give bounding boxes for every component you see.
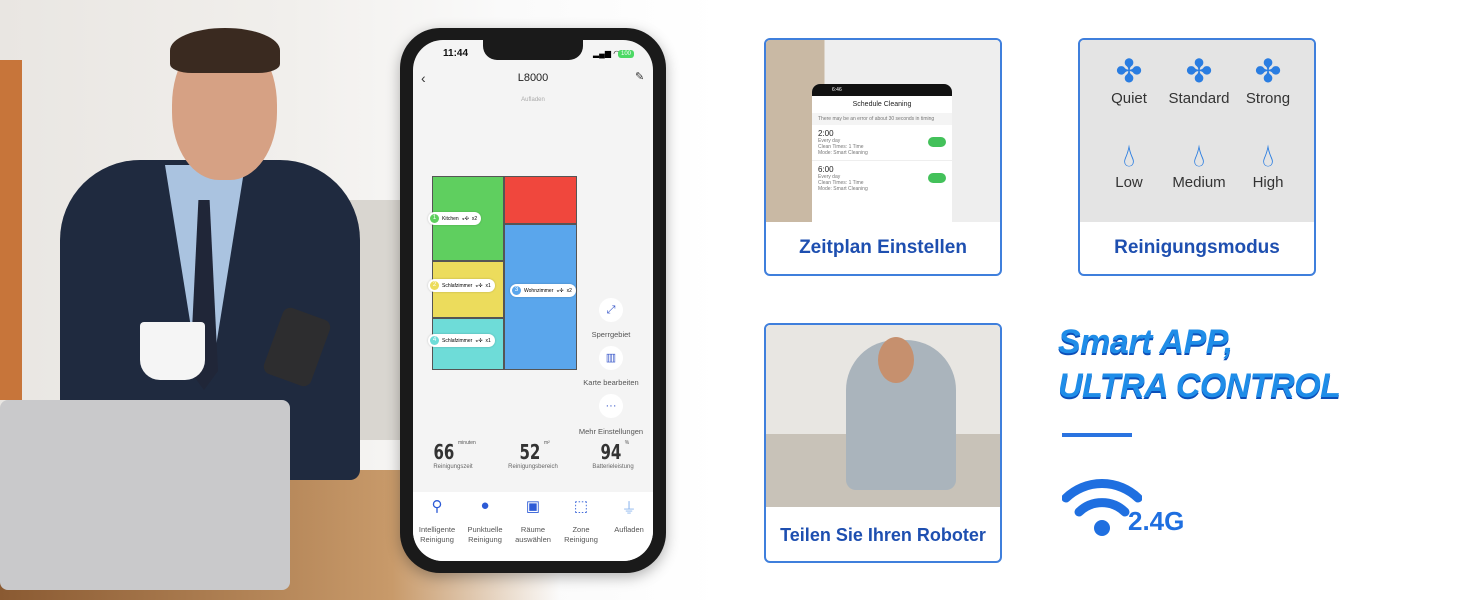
- nav-zone-cleaning[interactable]: ⬚ Zone Reinigung: [557, 492, 605, 561]
- room-tag-wohnzimmer[interactable]: 3 Wohnzimmer ◒✣ x2: [510, 284, 576, 297]
- location-pin-icon: ●: [480, 497, 490, 514]
- schedule-card: 6:46 Schedule Cleaning There may be an e…: [764, 38, 1002, 276]
- water-low: 💧︎ Low: [1094, 136, 1164, 191]
- mop-fan-icon: ◒✣: [556, 287, 564, 294]
- signal-wifi-icon: ▂▄▆ ◠: [593, 49, 621, 58]
- bottom-nav: ⚲ Intelligente Reinigung ● Punktuelle Rein…: [413, 492, 653, 561]
- more-settings-button[interactable]: ···: [599, 394, 623, 418]
- share-card-label: Teilen Sie Ihren Roboter: [780, 525, 986, 545]
- battery-icon: 100: [618, 50, 635, 58]
- nav-select-rooms[interactable]: ▣ Räume auswählen: [509, 492, 557, 561]
- wifi-band-label: 2.4G: [1128, 506, 1185, 536]
- broom-icon: ⚲: [431, 498, 443, 515]
- person-head: [878, 337, 914, 383]
- app-screen: 11:44 ▂▄▆ ◠ 100 ‹ L8000 ✎ Aufladen 1 Kitc…: [413, 40, 653, 561]
- water-high: 💧︎ High: [1233, 136, 1303, 191]
- map-edit-button[interactable]: ▥: [599, 346, 623, 370]
- notch: [483, 40, 583, 60]
- schedule-photo: 6:46 Schedule Cleaning There may be an e…: [766, 40, 1000, 224]
- suction-standard: ✤ Standard: [1164, 52, 1234, 107]
- map-edit-label: Karte bearbeiten: [583, 378, 639, 387]
- water-drop-icon: 💧︎: [1122, 137, 1136, 173]
- water-drop-icon: 💧︎: [1261, 137, 1275, 173]
- stat-time: 66 minuten Reinigungszeit: [433, 440, 476, 470]
- fan-icon: ✤: [1254, 53, 1282, 89]
- stat-battery: 94% Batterieleistung: [592, 440, 634, 470]
- mop-fan-icon: ◒✣: [475, 337, 483, 344]
- device-status: Aufladen: [521, 97, 545, 103]
- cleaning-mode-card: ✤ Quiet ✤ Standard ✤ Strong 💧︎ Low 💧︎ Medium …: [1078, 38, 1316, 276]
- schedule-screen: 6:46 Schedule Cleaning There may be an e…: [812, 84, 952, 224]
- schedule-card-label: Zeitplan Einstellen: [799, 237, 967, 258]
- plug-icon: ⏚: [621, 500, 637, 517]
- divider: [1062, 433, 1132, 437]
- headline: Smart APP, ULTRA CONTROL: [1058, 323, 1341, 405]
- share-photo: [766, 325, 1000, 507]
- mop-fan-icon: ◒✣: [475, 282, 483, 289]
- coffee-cup: [140, 322, 205, 380]
- door-frame: [0, 60, 22, 400]
- edit-icon[interactable]: ✎: [635, 70, 644, 83]
- mop-fan-icon: ◒✣: [461, 215, 469, 222]
- fan-icon: ✤: [1115, 53, 1143, 89]
- stat-area: 52 m² Reinigungsbereich: [508, 440, 558, 470]
- share-card: Teilen Sie Ihren Roboter: [764, 323, 1002, 563]
- more-settings-label: Mehr Einstellungen: [578, 427, 644, 436]
- nav-charge[interactable]: ⏚ Aufladen: [605, 492, 653, 561]
- toggle-switch[interactable]: [928, 137, 946, 147]
- schedule-title: Schedule Cleaning: [852, 101, 912, 108]
- laptop: [0, 400, 290, 590]
- device-title: L8000: [517, 72, 549, 84]
- room-tag-schlafzimmer-1[interactable]: 2 Schlafzimmer ◒✣ x1: [428, 279, 495, 292]
- room-tag-kitchen[interactable]: 1 Kitchen ◒✣ x2: [428, 212, 482, 225]
- room-map[interactable]: 1 Kitchen ◒✣ x2 2 Schlafzimmer ◒✣ x1 3 Wohnzimm…: [428, 176, 578, 370]
- phone-mockup: 11:44 ▂▄▆ ◠ 100 ‹ L8000 ✎ Aufladen 1 Kitc…: [400, 28, 666, 573]
- schedule-entry[interactable]: 6:00 Every day Clean Times: 1 Time Mode: S…: [812, 160, 952, 196]
- suction-strong: ✤ Strong: [1233, 52, 1303, 107]
- toggle-switch[interactable]: [928, 173, 946, 183]
- schedule-entry[interactable]: 2:00 Every day Clean Times: 1 Time Mode: S…: [812, 125, 952, 160]
- water-medium: 💧︎ Medium: [1164, 136, 1234, 191]
- mode-card-label: Reinigungsmodus: [1114, 237, 1280, 258]
- suction-quiet: ✤ Quiet: [1094, 52, 1164, 107]
- room-wohnzimmer[interactable]: [504, 224, 577, 370]
- room-tag-schlafzimmer-2[interactable]: 4 Schlafzimmer ◒✣ x1: [428, 334, 495, 347]
- zone-icon: ⬚: [573, 498, 589, 515]
- status-time: 11:44: [443, 48, 469, 59]
- cleaning-stats: 66 minuten Reinigungszeit 52 m² Reinigungsbe…: [413, 440, 653, 492]
- room-select-icon: ▣: [525, 498, 541, 515]
- nav-smart-cleaning[interactable]: ⚲ Intelligente Reinigung: [413, 492, 461, 561]
- water-drop-icon: 💧︎: [1192, 137, 1206, 173]
- room-red[interactable]: [504, 176, 577, 224]
- restricted-area-label: Sperrgebiet: [591, 330, 631, 339]
- nav-spot-cleaning[interactable]: ● Punktuelle Reinigung: [461, 492, 509, 561]
- person-hair: [170, 28, 280, 73]
- fan-icon: ✤: [1185, 53, 1213, 89]
- restricted-area-button[interactable]: ⤢: [599, 298, 623, 322]
